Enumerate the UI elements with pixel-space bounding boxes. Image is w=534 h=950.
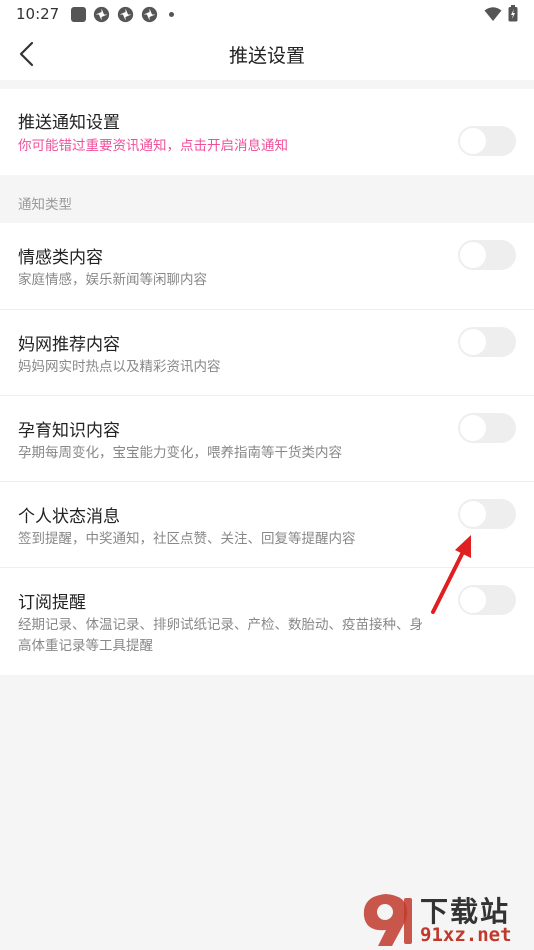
back-arrow-icon[interactable] <box>14 40 42 68</box>
screen: 10:27 推送设置 推送通知设置 你可能错过重要资讯通知，点击开启消息通知 通… <box>0 0 534 950</box>
pinwheel-icon <box>118 6 134 22</box>
item-title: 妈网推荐内容 <box>18 335 120 355</box>
toggle-knob <box>460 128 486 154</box>
more-dot-icon <box>169 11 175 17</box>
item-subtitle: 家庭情感，娱乐新闻等闲聊内容 <box>18 272 207 288</box>
personal-status-toggle[interactable] <box>458 499 516 529</box>
item-subtitle: 签到提醒，中奖通知，社区点赞、关注、回复等提醒内容 <box>18 531 356 547</box>
item-title: 情感类内容 <box>18 248 103 268</box>
pinwheel-icon <box>94 6 110 22</box>
push-notification-card: 推送通知设置 你可能错过重要资讯通知，点击开启消息通知 <box>0 89 534 175</box>
watermark-url: 91xz.net <box>420 924 512 946</box>
toggle-knob <box>460 242 486 268</box>
item-title: 订阅提醒 <box>18 593 86 613</box>
recommend-toggle[interactable] <box>458 327 516 357</box>
item-subtitle: 妈妈网实时热点以及精彩资讯内容 <box>18 359 221 375</box>
push-notification-subtitle[interactable]: 你可能错过重要资讯通知，点击开启消息通知 <box>18 136 438 157</box>
status-bar: 10:27 <box>0 0 534 28</box>
item-title: 个人状态消息 <box>18 507 120 527</box>
list-item-parenting[interactable]: 孕育知识内容 孕期每周变化，宝宝能力变化，喂养指南等干货类内容 <box>0 396 534 482</box>
push-notification-title: 推送通知设置 <box>18 113 120 133</box>
status-notification-icons <box>71 6 175 23</box>
page-title: 推送设置 <box>228 44 305 67</box>
toggle-knob <box>460 415 486 441</box>
item-subtitle: 经期记录、体温记录、排卵试纸记录、产检、数胎动、疫苗接种、身高体重记录等工具提醒 <box>18 617 423 654</box>
watermark: 下载站 91xz.net <box>356 890 528 948</box>
emotion-toggle[interactable] <box>458 240 516 270</box>
item-subtitle: 孕期每周变化，宝宝能力变化，喂养指南等干货类内容 <box>18 445 342 461</box>
watermark-logo-icon <box>363 894 412 946</box>
push-notification-row[interactable]: 推送通知设置 你可能错过重要资讯通知，点击开启消息通知 <box>0 89 534 175</box>
status-time: 10:27 <box>16 5 60 23</box>
annotation-arrow-icon <box>431 535 471 614</box>
parenting-toggle[interactable] <box>458 413 516 443</box>
battery-icon <box>508 5 518 22</box>
list-item-recommend[interactable]: 妈网推荐内容 妈妈网实时热点以及精彩资讯内容 <box>0 310 534 396</box>
status-system-icons <box>484 5 518 22</box>
push-notification-toggle[interactable] <box>458 126 516 156</box>
toggle-knob <box>460 329 486 355</box>
wifi-icon <box>484 6 502 21</box>
app-notification-icon <box>71 6 87 22</box>
header: 推送设置 <box>0 28 534 80</box>
section-label-notification-types: 通知类型 <box>18 197 72 213</box>
toggle-knob <box>460 501 486 527</box>
item-title: 孕育知识内容 <box>18 421 120 441</box>
pinwheel-icon <box>142 6 158 22</box>
list-item-emotion[interactable]: 情感类内容 家庭情感，娱乐新闻等闲聊内容 <box>0 223 534 310</box>
